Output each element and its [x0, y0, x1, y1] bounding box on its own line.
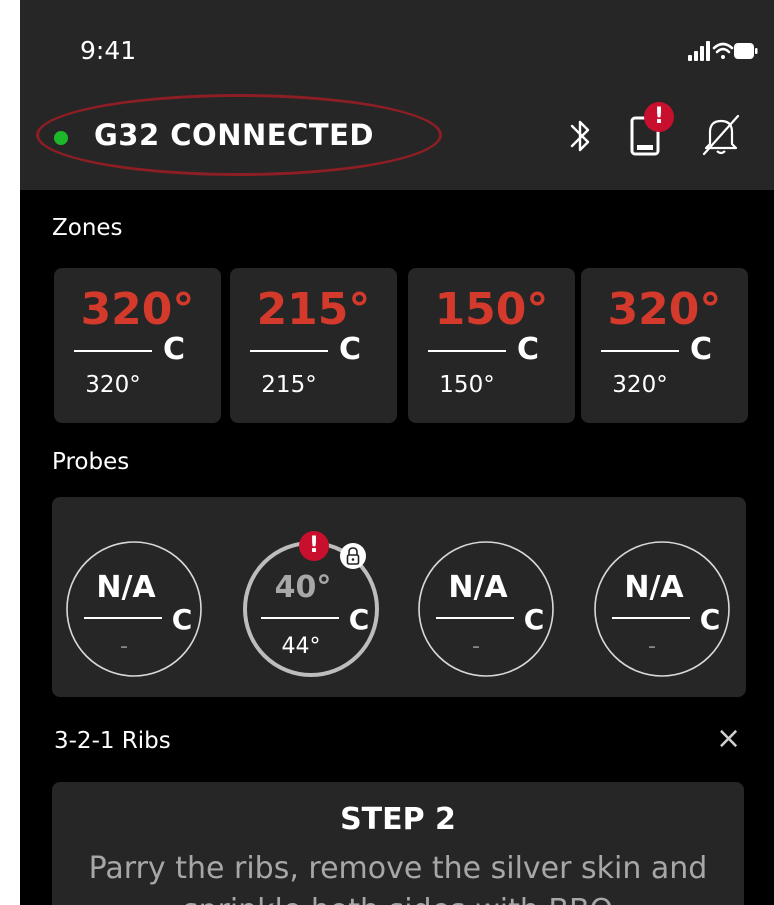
alert-badge-icon: !	[644, 102, 674, 132]
probe-dial-4[interactable]: N/A C -	[590, 537, 734, 681]
zone-unit: C	[339, 332, 362, 367]
wifi-icon	[712, 42, 734, 59]
step-title: STEP 2	[340, 802, 456, 837]
zone-divider	[601, 350, 679, 352]
probe-target-temp: -	[472, 634, 480, 659]
zone-current-temp: 150°	[434, 284, 549, 335]
recipe-name: 3-2-1 Ribs	[54, 728, 171, 754]
zone-set-temp: 215°	[261, 372, 317, 398]
battery-icon	[734, 43, 758, 59]
bluetooth-icon[interactable]	[568, 116, 594, 156]
notifications-off-icon[interactable]	[700, 112, 742, 158]
status-time: 9:41	[80, 36, 137, 65]
probe-current-temp: N/A	[448, 570, 508, 605]
zone-card-1[interactable]: 320° C 320°	[54, 268, 221, 423]
probe-target-temp: 44°	[282, 634, 321, 659]
zone-current-temp: 320°	[607, 284, 722, 335]
probe-current-temp: N/A	[96, 570, 156, 605]
recipe-step-card: STEP 2 Parry the ribs, remove the silver…	[52, 782, 744, 905]
zones-section-label: Zones	[52, 215, 123, 241]
zone-card-4[interactable]: 320° C 320°	[581, 268, 748, 423]
zone-card-3[interactable]: 150° C 150°	[408, 268, 575, 423]
probe-current-temp: N/A	[624, 570, 684, 605]
probe-alert-icon: !	[299, 531, 329, 561]
zone-divider	[74, 350, 152, 352]
zone-divider	[428, 350, 506, 352]
zone-current-temp: 320°	[80, 284, 195, 335]
probe-unit: C	[524, 603, 545, 636]
probe-dial-1[interactable]: N/A C -	[62, 537, 206, 681]
zone-set-temp: 320°	[85, 372, 141, 398]
zone-current-temp: 215°	[256, 284, 371, 335]
probe-target-temp: -	[648, 634, 656, 659]
probes-section-label: Probes	[52, 449, 130, 475]
zone-set-temp: 150°	[439, 372, 495, 398]
zone-set-temp: 320°	[612, 372, 668, 398]
zone-divider	[250, 350, 328, 352]
signal-icon	[688, 41, 710, 61]
app-screen: 9:41 G32 CONNECTED ! Zones 320° C 320° 2…	[20, 0, 774, 905]
top-bar: 9:41 G32 CONNECTED !	[20, 0, 774, 190]
connection-status-label[interactable]: G32 CONNECTED	[94, 118, 374, 152]
probe-unit: C	[700, 603, 721, 636]
lock-icon	[340, 543, 366, 569]
probe-target-temp: -	[120, 634, 128, 659]
zone-unit: C	[517, 332, 540, 367]
zone-unit: C	[690, 332, 713, 367]
step-instructions: Parry the ribs, remove the silver skin a…	[88, 851, 708, 905]
probe-current-temp: 40°	[275, 570, 332, 605]
zone-unit: C	[163, 332, 186, 367]
zone-card-2[interactable]: 215° C 215°	[230, 268, 397, 423]
close-icon[interactable]: ×	[716, 722, 741, 756]
probe-unit: C	[172, 603, 193, 636]
probe-unit: C	[349, 603, 370, 636]
connection-status-dot	[54, 131, 68, 145]
probe-dial-3[interactable]: N/A C -	[414, 537, 558, 681]
probes-panel: N/A C - 40° C 44° ! N/A C - N/A C -	[52, 497, 746, 697]
status-icons	[688, 41, 758, 61]
